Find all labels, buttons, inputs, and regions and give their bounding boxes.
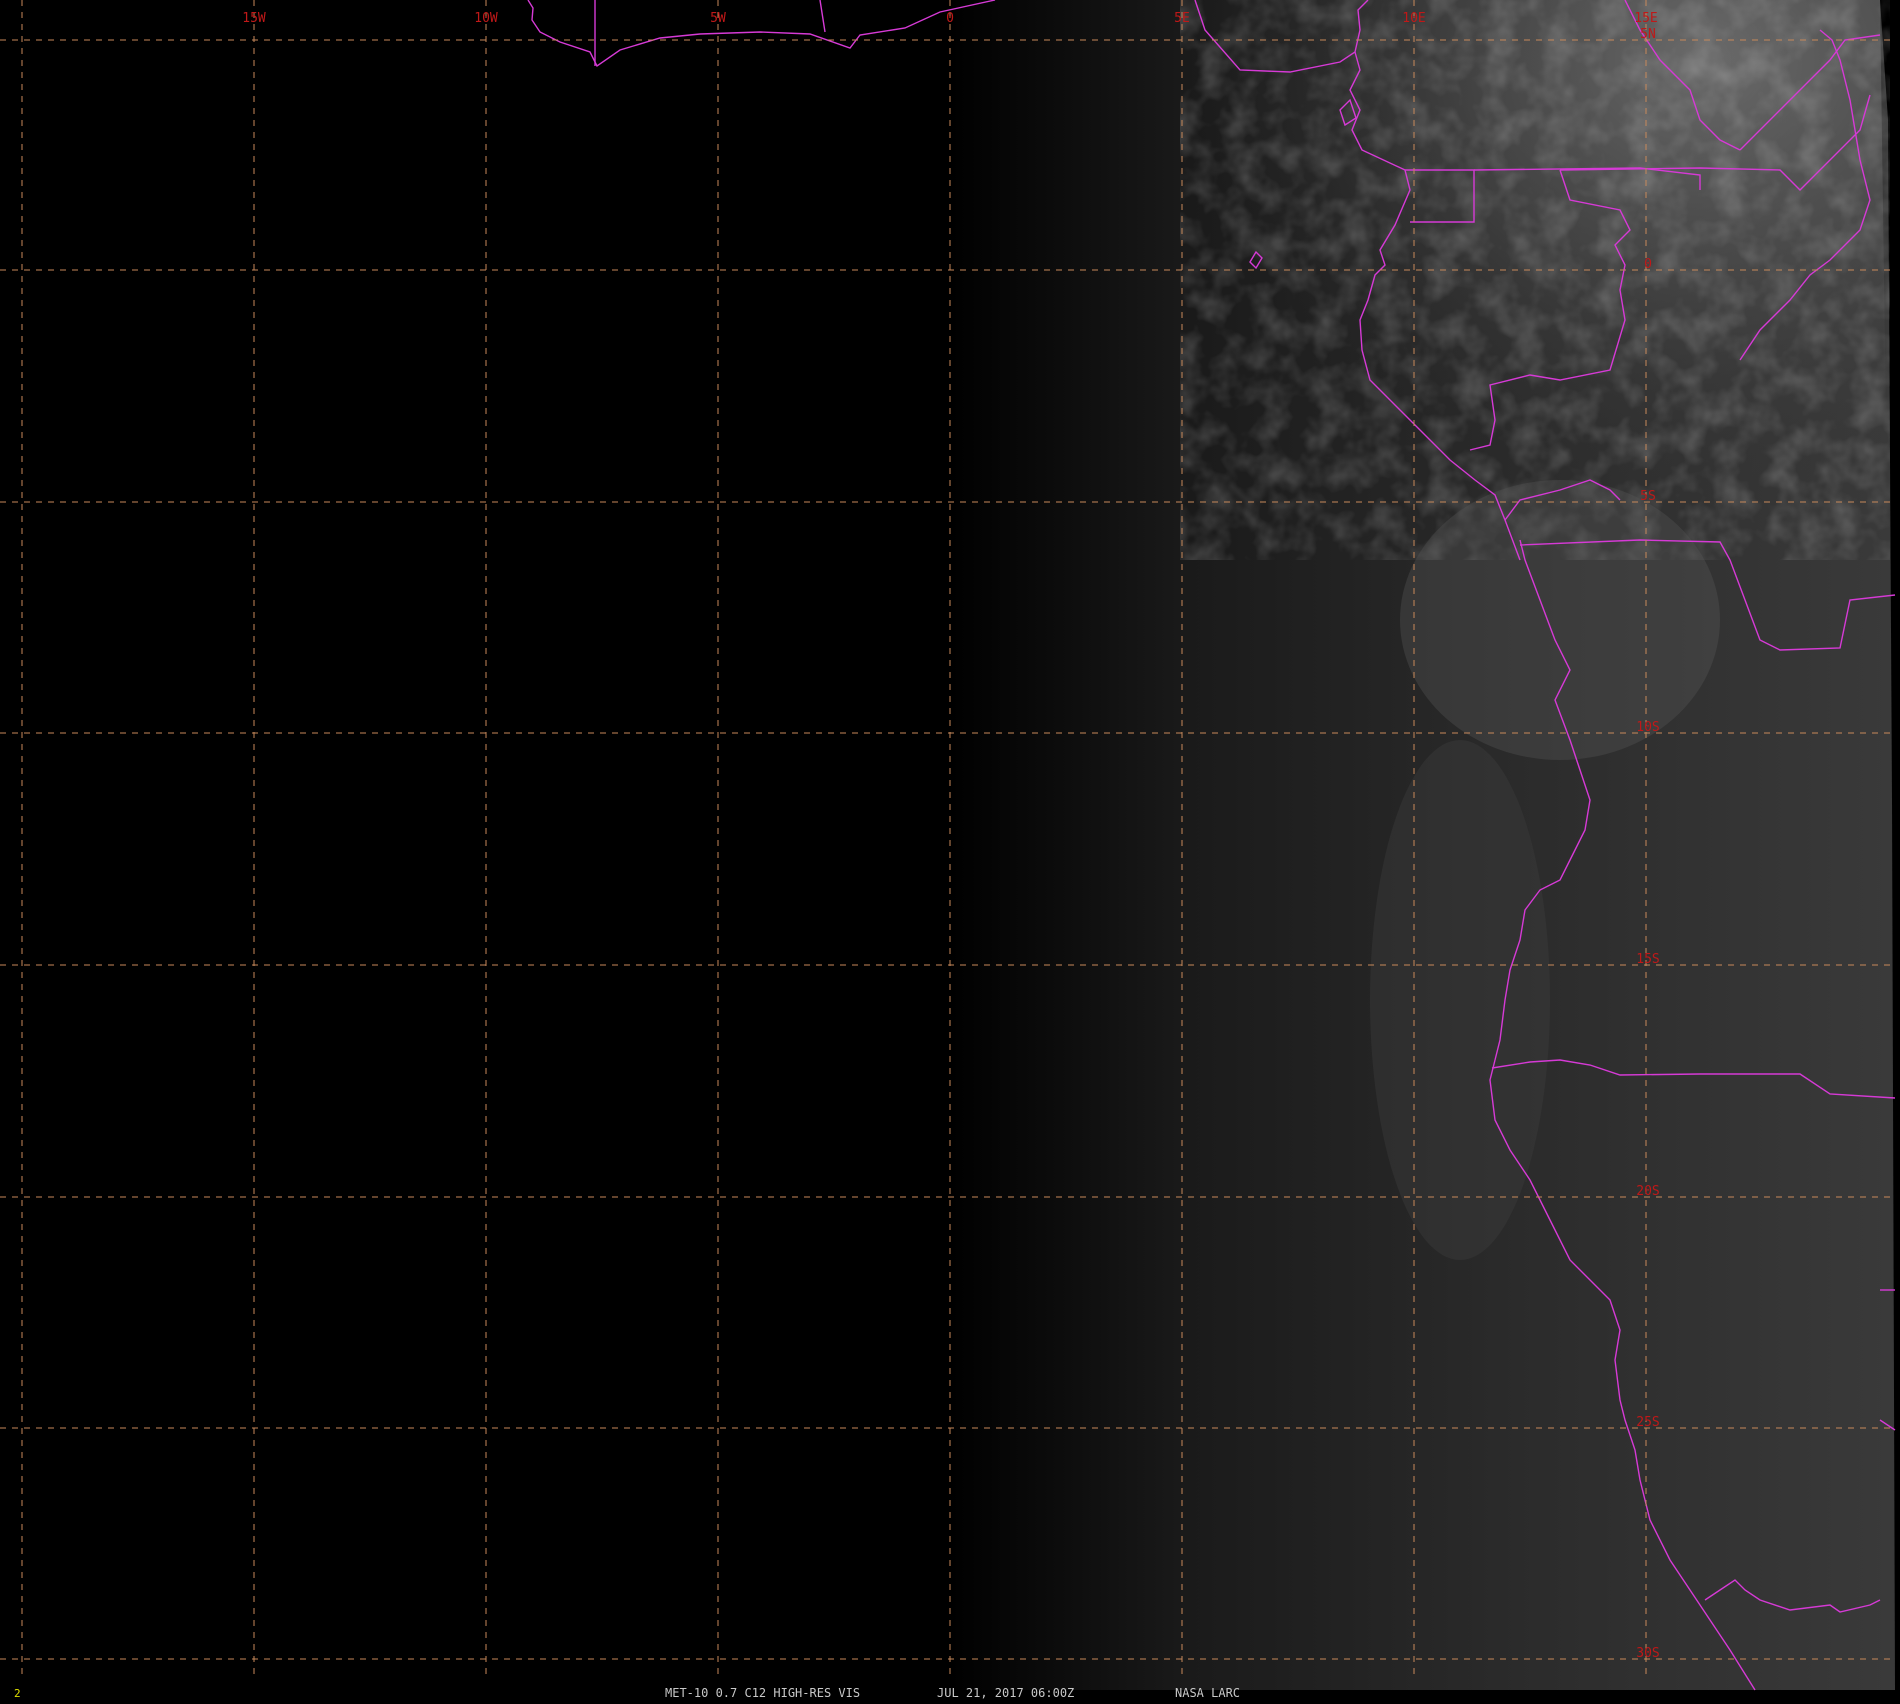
latitude-label: 30S [1636, 1646, 1659, 1661]
longitude-label: 15W [242, 11, 266, 26]
coastal-haze [1370, 740, 1550, 1260]
latitude-label: 25S [1636, 1415, 1659, 1430]
map-canvas: 15W 10W 5W 0 5E 10E 15E5N 0 5S 10S 15S 20S 25S 30S 2 … [0, 0, 1896, 1700]
image-title: MET-10 0.7 C12 HIGH-RES VIS [665, 1686, 860, 1700]
cloud-texture [1180, 0, 1890, 560]
latitude-label: 5N [1640, 27, 1656, 42]
latitude-label: 10S [1636, 720, 1659, 735]
latitude-label: 20S [1636, 1184, 1659, 1199]
latitude-label: 0 [1644, 257, 1652, 272]
longitude-label: 10W [474, 11, 498, 26]
latitude-label: 15S [1636, 952, 1659, 967]
longitude-label: 5W [710, 11, 726, 26]
frame-number: 2 [14, 1687, 21, 1700]
footer-bar: 2 MET-10 0.7 C12 HIGH-RES VIS JUL 21, 20… [14, 1686, 1240, 1700]
satellite-image: 15W 10W 5W 0 5E 10E 15E 5N 0 5S 10S 15S 20S 25S 30S 2 … [0, 0, 1900, 1700]
longitude-label: 5E [1174, 11, 1190, 26]
stratocumulus-deck [1400, 480, 1720, 760]
image-source: NASA LARC [1175, 1686, 1240, 1700]
west-africa-coast [527, 0, 996, 68]
border-gulf-north-2 [819, 0, 826, 33]
longitude-label: 10E [1402, 11, 1425, 26]
imagery-layer [950, 0, 1895, 1690]
longitude-label: 0 [946, 11, 954, 26]
image-datetime: JUL 21, 2017 06:00Z [937, 1686, 1074, 1700]
latitude-label: 5S [1640, 489, 1656, 504]
longitude-label: 15E [1634, 11, 1657, 26]
